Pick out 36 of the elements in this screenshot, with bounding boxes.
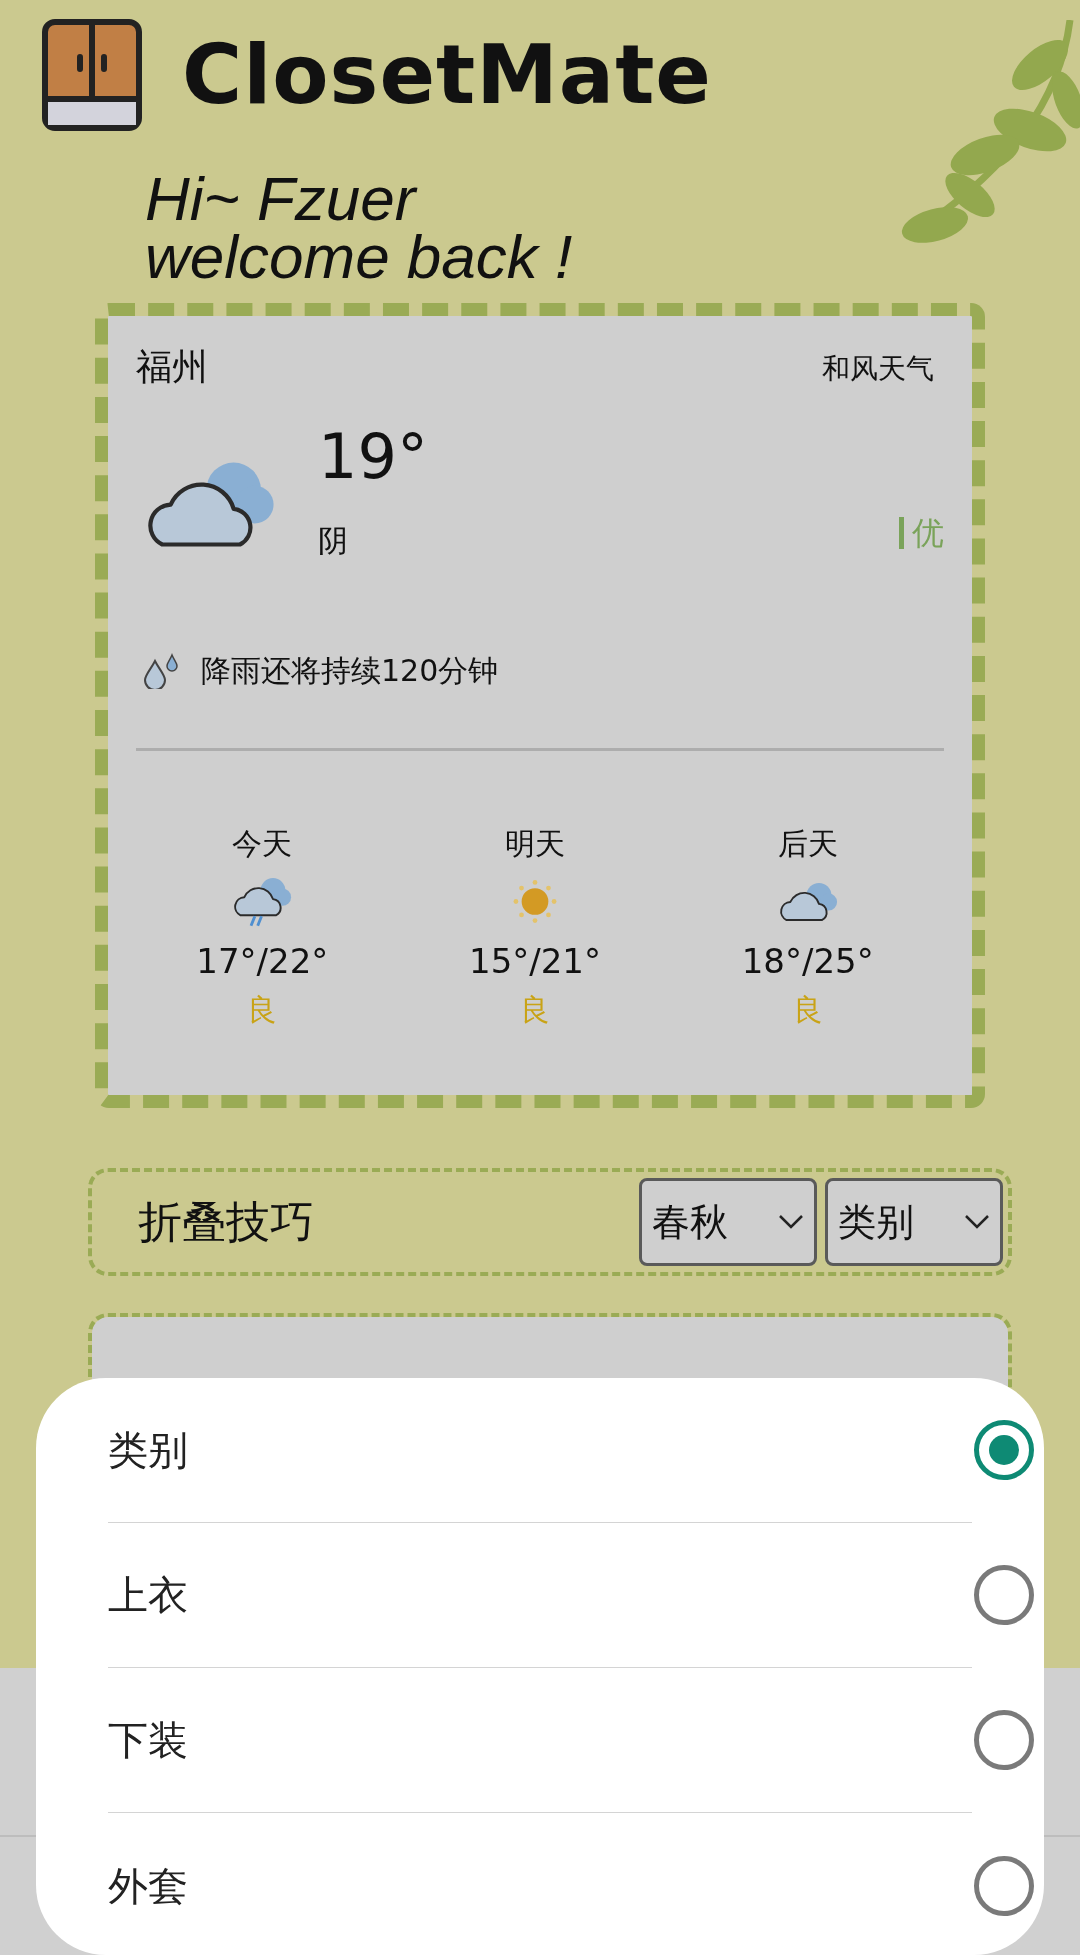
day-label: 明天 [505,825,565,863]
option-label: 外套 [108,1861,188,1911]
wardrobe-icon [42,19,142,131]
air-quality-label: 优 [899,517,944,549]
chevron-down-icon [778,1214,804,1230]
option-label: 下装 [108,1716,188,1765]
option-row[interactable]: 外套 [108,1813,972,1955]
option-label: 上衣 [108,1571,188,1620]
app-title: ClosetMate [182,34,712,116]
option-label: 类别 [108,1426,188,1475]
rain-notice: 降雨还将持续120分钟 [201,652,499,690]
day-label: 今天 [232,825,293,863]
radio-button[interactable] [974,1710,1034,1770]
greeting-text: welcome back ! [145,228,574,286]
air-quality-label: 良 [792,991,823,1029]
air-quality-label: 良 [520,991,550,1029]
temperature-range: 15°/21° [469,940,601,983]
condition-text: 阴 [318,522,349,560]
raindrop-icon [141,652,181,689]
temperature: 19° [318,426,428,488]
air-quality-label: 良 [247,991,278,1029]
chevron-down-icon [964,1214,990,1230]
city-name: 福州 [136,345,208,389]
option-row[interactable]: 上衣 [108,1523,972,1668]
temperature-range: 18°/25° [741,940,874,983]
dropdown[interactable]: 春秋 [639,1178,817,1266]
option-row[interactable]: 下装 [108,1668,972,1813]
option-row[interactable]: 类别 [108,1378,972,1523]
day-label: 后天 [777,825,838,863]
radio-button[interactable] [974,1420,1034,1480]
greeting-text: Hi~ Fzuer [145,170,419,228]
temperature-range: 17°/22° [196,940,329,983]
radio-button[interactable] [974,1565,1034,1625]
dropdown[interactable]: 类别 [825,1178,1003,1266]
provider-name: 和风天气 [822,351,934,387]
section-title: 折叠技巧 [138,1195,314,1249]
